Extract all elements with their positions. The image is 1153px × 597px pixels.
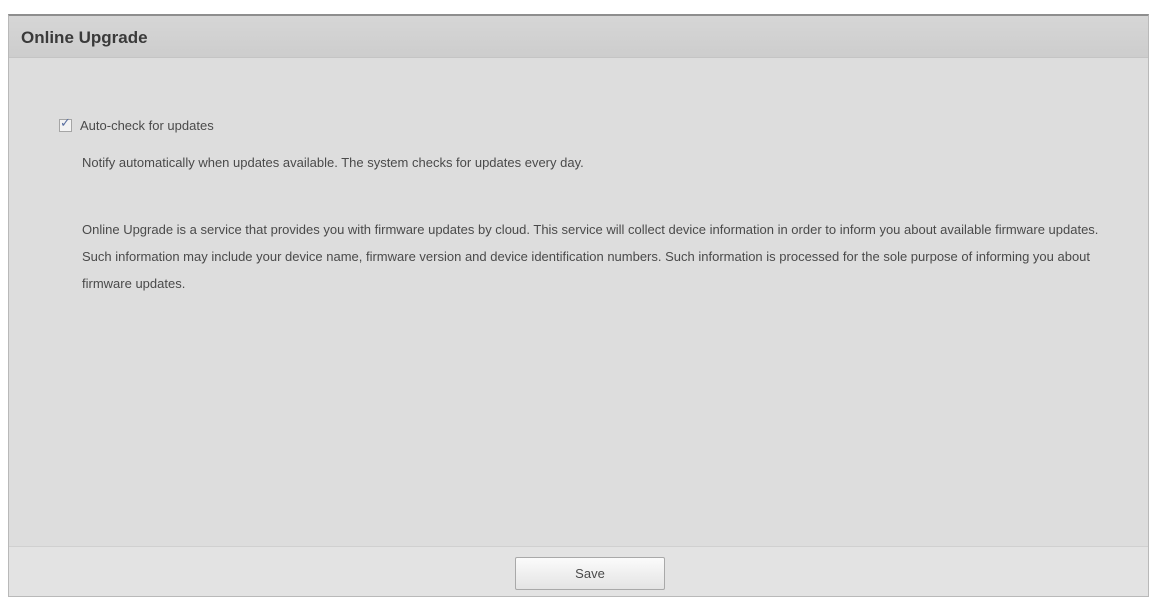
save-button[interactable]: Save — [515, 557, 665, 590]
panel-footer: Save — [9, 546, 1148, 596]
checkmark-icon: ✓ — [60, 115, 71, 131]
auto-check-row[interactable]: ✓ Auto-check for updates — [59, 116, 214, 134]
auto-check-label[interactable]: Auto-check for updates — [80, 118, 214, 133]
panel-header: Online Upgrade — [9, 16, 1148, 58]
panel-content: ✓ Auto-check for updates Notify automati… — [9, 58, 1148, 546]
service-description: Online Upgrade is a service that provide… — [82, 222, 1099, 291]
online-upgrade-panel: Online Upgrade ✓ Auto-check for updates … — [8, 14, 1149, 597]
notify-text: Notify automatically when updates availa… — [82, 155, 584, 170]
page-title: Online Upgrade — [21, 28, 148, 47]
auto-check-checkbox[interactable]: ✓ — [59, 115, 72, 132]
